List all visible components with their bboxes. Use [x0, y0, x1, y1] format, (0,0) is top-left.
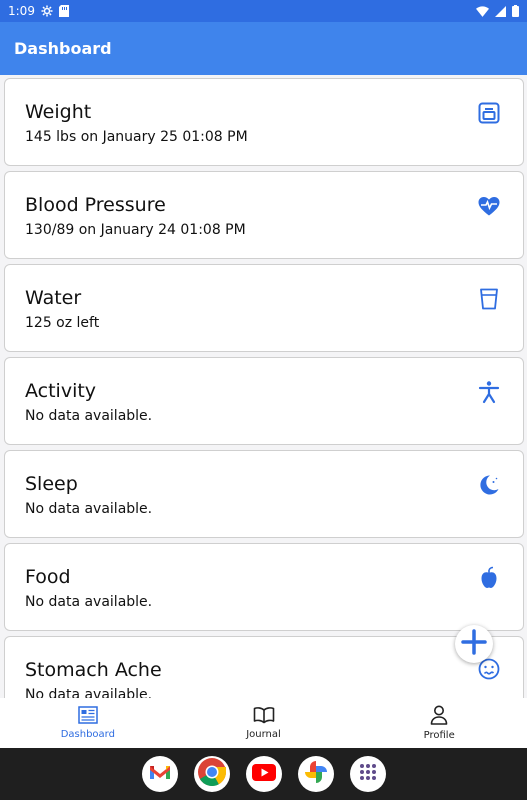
card-subtitle: 125 oz left	[25, 315, 100, 331]
cell-signal-icon	[495, 5, 506, 17]
nav-dashboard[interactable]: Dashboard	[0, 698, 176, 748]
nav-label: Profile	[423, 730, 455, 741]
card-stomach-ache[interactable]: Stomach Ache No data available.	[4, 636, 524, 698]
dashboard-list[interactable]: Weight 145 lbs on January 25 01:08 PM Bl…	[0, 75, 527, 698]
status-time: 1:09	[8, 4, 35, 18]
gmail-icon	[149, 764, 171, 784]
app-drawer-button[interactable]	[349, 756, 386, 792]
card-title: Food	[25, 566, 71, 588]
dashboard-icon	[78, 706, 98, 727]
card-blood-pressure[interactable]: Blood Pressure 130/89 on January 24 01:0…	[4, 171, 524, 259]
moon-icon	[477, 473, 501, 497]
person-outline-icon	[430, 705, 448, 728]
card-weight[interactable]: Weight 145 lbs on January 25 01:08 PM	[4, 78, 524, 166]
sd-card-status-icon	[58, 5, 69, 17]
card-food[interactable]: Food No data available.	[4, 543, 524, 631]
status-bar: 1:09	[0, 0, 527, 22]
photos-icon	[303, 759, 329, 789]
cup-icon	[477, 287, 501, 311]
photos-app[interactable]	[297, 756, 334, 792]
app-bar: Dashboard	[0, 22, 527, 75]
nav-profile[interactable]: Profile	[351, 698, 527, 748]
settings-status-icon	[41, 5, 53, 17]
app-drawer-icon	[359, 763, 377, 785]
person-icon	[477, 380, 501, 404]
card-water[interactable]: Water 125 oz left	[4, 264, 524, 352]
card-activity[interactable]: Activity No data available.	[4, 357, 524, 445]
wifi-icon	[476, 5, 489, 17]
plus-icon	[461, 629, 487, 659]
card-title: Activity	[25, 380, 97, 402]
book-icon	[253, 706, 275, 727]
nav-label: Dashboard	[60, 729, 115, 740]
card-title: Blood Pressure	[25, 194, 166, 216]
card-subtitle: No data available.	[25, 408, 153, 424]
card-title: Weight	[25, 101, 92, 123]
add-entry-button[interactable]	[455, 625, 493, 663]
card-title: Sleep	[25, 473, 78, 495]
nav-journal[interactable]: Journal	[176, 698, 352, 748]
chrome-app[interactable]	[193, 756, 230, 792]
youtube-icon	[251, 763, 276, 785]
page-title: Dashboard	[14, 39, 112, 58]
card-title: Stomach Ache	[25, 659, 162, 681]
youtube-app[interactable]	[245, 756, 282, 792]
apple-icon	[477, 566, 501, 590]
card-subtitle: 145 lbs on January 25 01:08 PM	[25, 129, 248, 145]
card-sleep[interactable]: Sleep No data available.	[4, 450, 524, 538]
nav-label: Journal	[246, 729, 281, 740]
battery-icon	[512, 5, 519, 17]
heart-pulse-icon	[477, 194, 501, 218]
gmail-app[interactable]	[141, 756, 178, 792]
card-subtitle: No data available.	[25, 594, 153, 610]
bottom-nav: Dashboard Journal Profile	[0, 698, 527, 748]
card-title: Water	[25, 287, 82, 309]
os-taskbar	[0, 748, 527, 800]
card-subtitle: 130/89 on January 24 01:08 PM	[25, 222, 246, 238]
card-subtitle: No data available.	[25, 687, 153, 698]
card-subtitle: No data available.	[25, 501, 153, 517]
chrome-icon	[197, 757, 227, 791]
scale-icon	[477, 101, 501, 125]
